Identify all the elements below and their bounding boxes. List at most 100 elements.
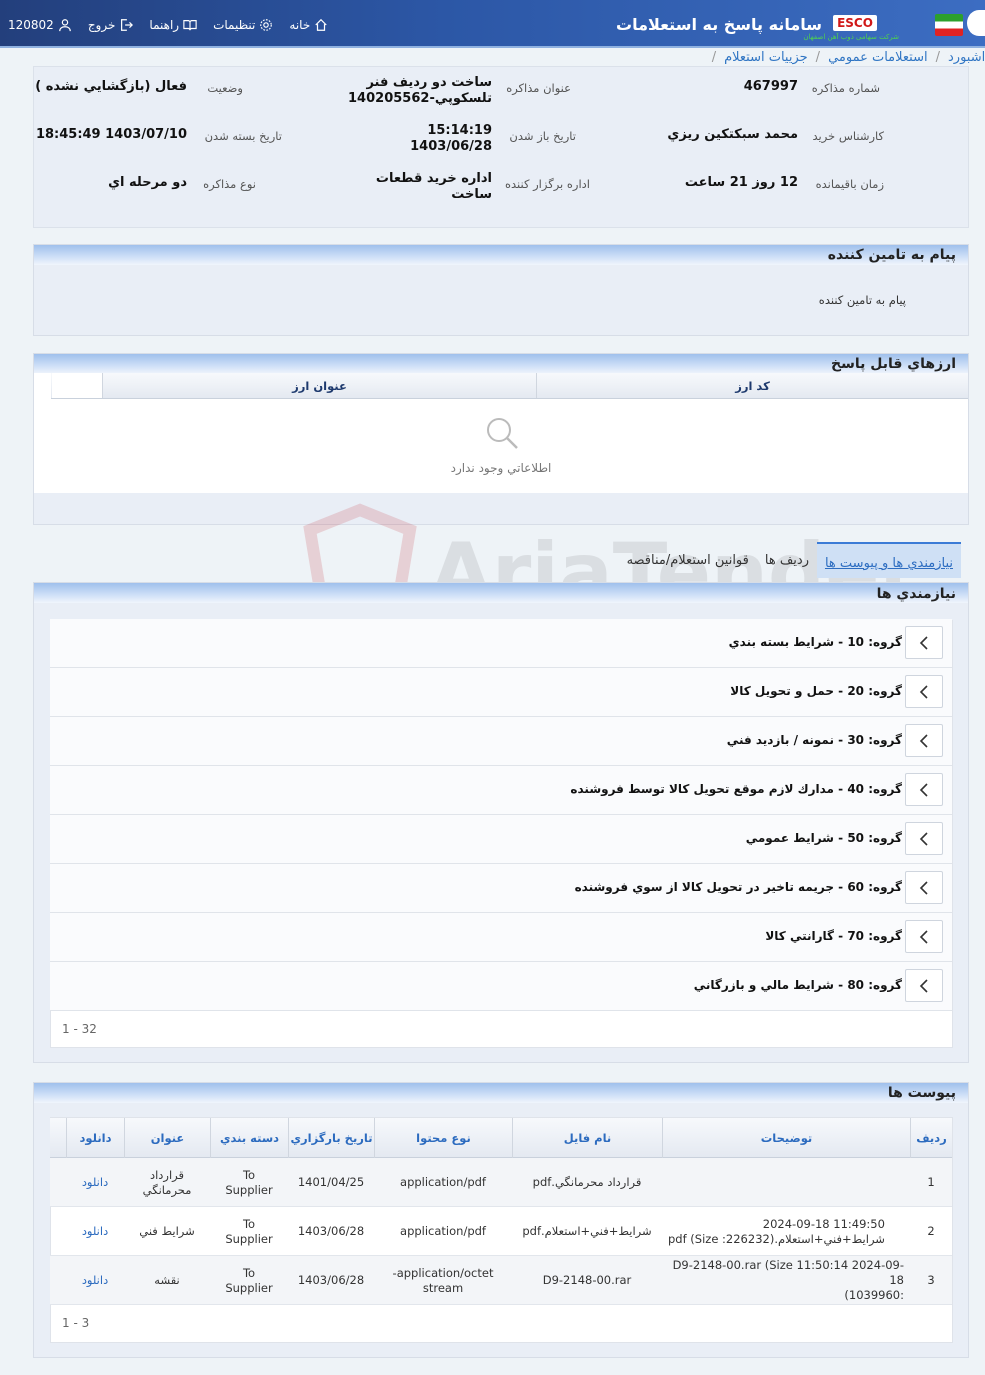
home-label: خانه [289, 18, 311, 32]
company-logo [967, 10, 985, 36]
download-link[interactable]: دانلود [66, 1207, 124, 1256]
expand-button[interactable] [905, 773, 943, 806]
tab-rows[interactable]: رديف ها [757, 553, 817, 568]
column-category[interactable]: دسته بندي [210, 1118, 288, 1158]
group-row[interactable]: گروه: 40 - مدارك لازم موقع تحويل كالا تو… [50, 766, 952, 815]
home-button[interactable]: خانه [281, 18, 336, 32]
chevron-left-icon [919, 978, 928, 993]
message-panel-title: پيام به تامين کننده [827, 247, 956, 263]
chevron-left-icon [919, 929, 928, 944]
attachments-pager: 1 - 3 [62, 1316, 90, 1330]
cell-content: 1 [927, 1175, 934, 1190]
cell-line: To [242, 1167, 256, 1182]
cell-line[interactable]: دانلود [82, 1273, 108, 1288]
remaining-value: 12 روز 21 ساعت [684, 175, 798, 190]
column-file-name[interactable]: نام فايل [512, 1118, 662, 1158]
book-icon [183, 20, 197, 31]
group-row[interactable]: گروه: 70 - گارانتي کالا [50, 913, 952, 962]
expand-button[interactable] [905, 920, 943, 953]
expand-button[interactable] [905, 822, 943, 855]
group-row[interactable]: گروه: 20 - حمل و تحويل کالا [50, 668, 952, 717]
expand-button[interactable] [905, 626, 943, 659]
type-label: نوع مذاکره [203, 177, 256, 191]
column-content-type[interactable]: نوع محتوا [374, 1118, 512, 1158]
table-cell: شرايط فني [124, 1207, 210, 1256]
column-title[interactable]: عنوان [124, 1118, 210, 1158]
expand-button[interactable] [905, 724, 943, 757]
cell-content: D9-2148-00.rar [543, 1273, 632, 1288]
user-id[interactable]: 120802 [0, 18, 80, 32]
cell-line: D9-2148-00.rar (Size 11:50:14 2024-09-18 [672, 1258, 904, 1287]
table-cell: قرارداد محرمانگي [124, 1158, 210, 1207]
breadcrumb-separator: / [935, 49, 940, 65]
panel-header [34, 583, 968, 603]
table-row: 2 11:49:50 2024-09-18 شرايط+فني+استعلام.pd… [50, 1207, 952, 1256]
cell-content: قرارداد محرمانگي.pdf [533, 1175, 642, 1190]
group-row[interactable]: گروه: 60 - جريمه تاخير در تحويل کالا از … [50, 864, 952, 913]
cell-content: نقشه [154, 1273, 179, 1288]
table-cell: شرايط+فني+استعلام.pdf [512, 1207, 662, 1256]
requirements-title: نيازمندي ها [876, 586, 956, 602]
cell-line: D9-2148-00.rar [542, 1273, 632, 1287]
group-row[interactable]: گروه: 80 - شرايط مالي و بازرگاني [50, 962, 952, 1011]
column-row[interactable]: رديف [910, 1118, 952, 1158]
empty-message: اطلاعاتي وجود ندارد [450, 461, 552, 475]
tabs: نيازمندي ها و پيوست ها رديف ها قوانين اس… [619, 542, 961, 578]
title-line1: ساخت دو رديف فنر [366, 75, 492, 90]
download-link[interactable]: دانلود [66, 1256, 124, 1305]
open-date-label: تاريخ باز شدن [509, 129, 576, 143]
cell-content: دانلود [82, 1175, 108, 1190]
status-label: وضعيت [207, 81, 243, 95]
table-cell: 3 [910, 1256, 952, 1305]
logout-button[interactable]: خروج [80, 18, 142, 32]
office-line1: اداره خريد قطعات [375, 171, 492, 186]
help-label: راهنما [149, 18, 180, 32]
cell-content: 3 [927, 1273, 934, 1288]
breadcrumb-dashboard[interactable]: داشبورد [948, 50, 985, 65]
settings-button[interactable]: تنظيمات [205, 18, 281, 32]
title-label: عنوان مذاکره [506, 81, 571, 95]
top-bar: ESCO شرکت سهامی ذوب آهن اصفهان سامانه پا… [0, 0, 985, 48]
breadcrumb-inquiries[interactable]: استعلامات عمومي [828, 50, 928, 65]
table-cell: To Supplier [210, 1256, 288, 1305]
group-label: گروه: 70 - گارانتي کالا [765, 929, 902, 943]
cell-line: 1401/04/25 [297, 1175, 365, 1189]
column-description[interactable]: توضيحات [662, 1118, 910, 1158]
attachments-header: رديف توضيحات نام فايل نوع محتوا تاريخ با… [50, 1118, 952, 1158]
expand-button[interactable] [905, 969, 943, 1002]
column-upload-date[interactable]: تاريخ بارگزاري [288, 1118, 374, 1158]
group-label: گروه: 60 - جريمه تاخير در تحويل کالا از … [574, 880, 902, 894]
cell-line[interactable]: دانلود [82, 1224, 108, 1239]
currency-panel-title: ارزهاي قابل پاسخ [830, 356, 956, 372]
expert-label: کارشناس خريد [812, 129, 884, 143]
breadcrumb: داشبورد / استعلامات عمومي / جزييات استعل… [712, 48, 985, 66]
help-button[interactable]: راهنما [141, 18, 205, 32]
app-title: سامانه پاسخ به استعلامات [616, 15, 822, 34]
group-row[interactable]: گروه: 10 - شرايط بسته بندي [50, 619, 952, 668]
negotiation-number-label: شماره مذاکره [811, 81, 880, 95]
tab-requirements[interactable]: نيازمندي ها و پيوست ها [816, 542, 961, 578]
cell-line: application/pdf [400, 1224, 486, 1238]
logout-icon [121, 19, 134, 31]
cell-content: شرايط فني [139, 1224, 195, 1239]
group-row[interactable]: گروه: 50 - شرايط عمومي [50, 815, 952, 864]
column-currency-code[interactable]: کد ارز [536, 373, 968, 398]
chevron-left-icon [919, 880, 928, 895]
inquiry-info: شماره مذاکره 467997 عنوان مذاکره ساخت دو… [33, 66, 969, 228]
column-download[interactable]: دانلود [66, 1118, 124, 1158]
group-row[interactable]: گروه: 30 - نمونه / بازديد فني [50, 717, 952, 766]
group-label: گروه: 20 - حمل و تحويل کالا [730, 684, 902, 698]
column-currency-title[interactable]: عنوان ارز [102, 373, 536, 398]
tab-rules[interactable]: قوانين استعلام/مناقصه [619, 553, 757, 568]
expand-button[interactable] [905, 871, 943, 904]
breadcrumb-details[interactable]: جزييات استعلام [724, 50, 808, 65]
cell-line[interactable]: دانلود [82, 1175, 108, 1190]
group-label: گروه: 10 - شرايط بسته بندي [728, 635, 902, 649]
cell-content: 11:49:50 2024-09-18 شرايط+فني+استعلام.pdf… [668, 1217, 885, 1247]
table-cell [662, 1158, 910, 1207]
expand-button[interactable] [905, 675, 943, 708]
message-body: پيام به تامين کننده [818, 293, 906, 307]
cell-line: 1403/06/28 [297, 1273, 365, 1287]
download-link[interactable]: دانلود [66, 1158, 124, 1207]
group-label: گروه: 50 - شرايط عمومي [745, 831, 902, 845]
